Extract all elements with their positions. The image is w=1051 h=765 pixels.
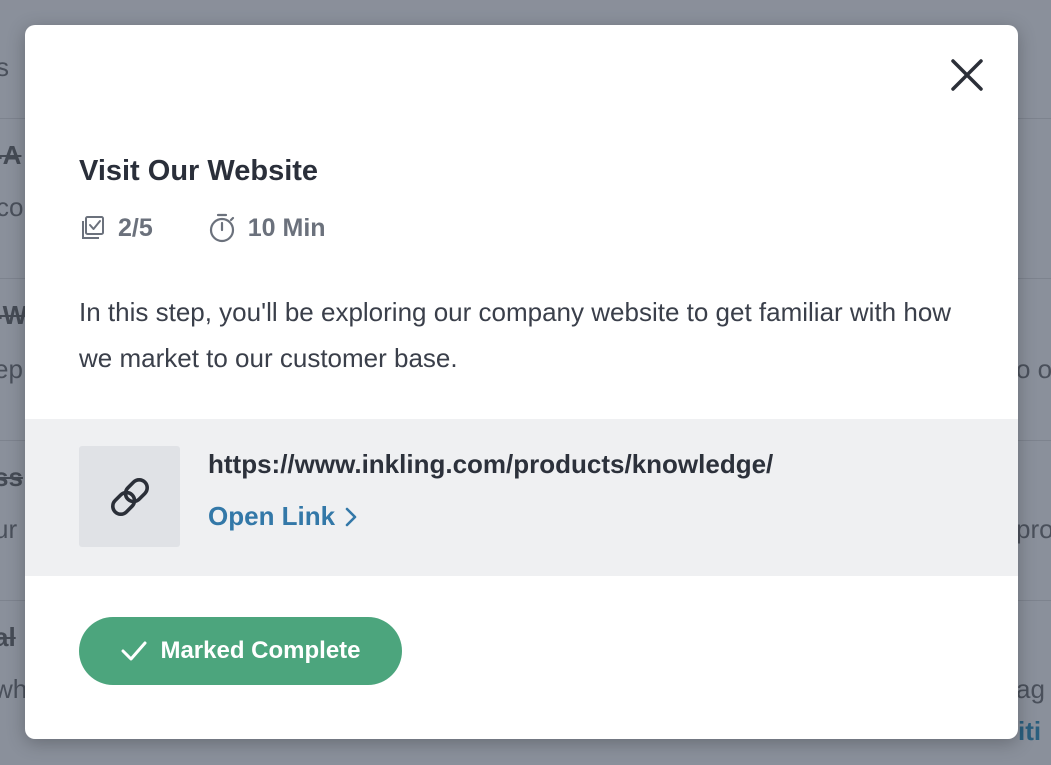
close-icon	[951, 59, 983, 91]
background-text: ur	[0, 514, 18, 544]
background-text: wh	[0, 674, 28, 704]
background-text: -A	[0, 140, 22, 170]
background-text: co	[0, 192, 24, 222]
background-text: ss	[0, 462, 23, 492]
background-topbar	[0, 0, 1051, 10]
step-description: In this step, you'll be exploring our co…	[79, 297, 952, 373]
background-text: o o	[1016, 354, 1051, 384]
link-thumbnail	[79, 446, 180, 547]
background-text: al	[0, 622, 16, 652]
marked-complete-label: Marked Complete	[160, 637, 361, 664]
background-text: pro	[1016, 514, 1051, 544]
background-text: s	[0, 52, 9, 82]
background-text: iti	[1018, 716, 1042, 746]
stopwatch-icon	[209, 213, 234, 243]
step-progress: 2/5	[80, 214, 153, 243]
link-url: https://www.inkling.com/products/knowled…	[208, 449, 774, 479]
chevron-right-icon	[345, 507, 357, 526]
link-card: https://www.inkling.com/products/knowled…	[25, 419, 1018, 576]
open-link-button[interactable]: Open Link	[208, 501, 359, 532]
step-modal: Visit Our Website 2/5 10 Min In this ste…	[25, 25, 1018, 739]
duration-text: 10 Min	[247, 213, 326, 242]
link-icon	[110, 477, 149, 516]
marked-complete-button[interactable]: Marked Complete	[79, 617, 402, 685]
step-duration: 10 Min	[208, 213, 326, 243]
checklist-icon	[82, 216, 104, 239]
step-meta: 2/5 10 Min	[80, 211, 326, 245]
background-text: -W	[0, 300, 28, 330]
checkmark-icon	[121, 641, 147, 661]
close-button[interactable]	[947, 55, 987, 95]
background-text: ag	[1016, 674, 1045, 704]
step-title: Visit Our Website	[79, 155, 319, 187]
progress-text: 2/5	[118, 213, 153, 242]
open-link-label: Open Link	[208, 501, 336, 531]
